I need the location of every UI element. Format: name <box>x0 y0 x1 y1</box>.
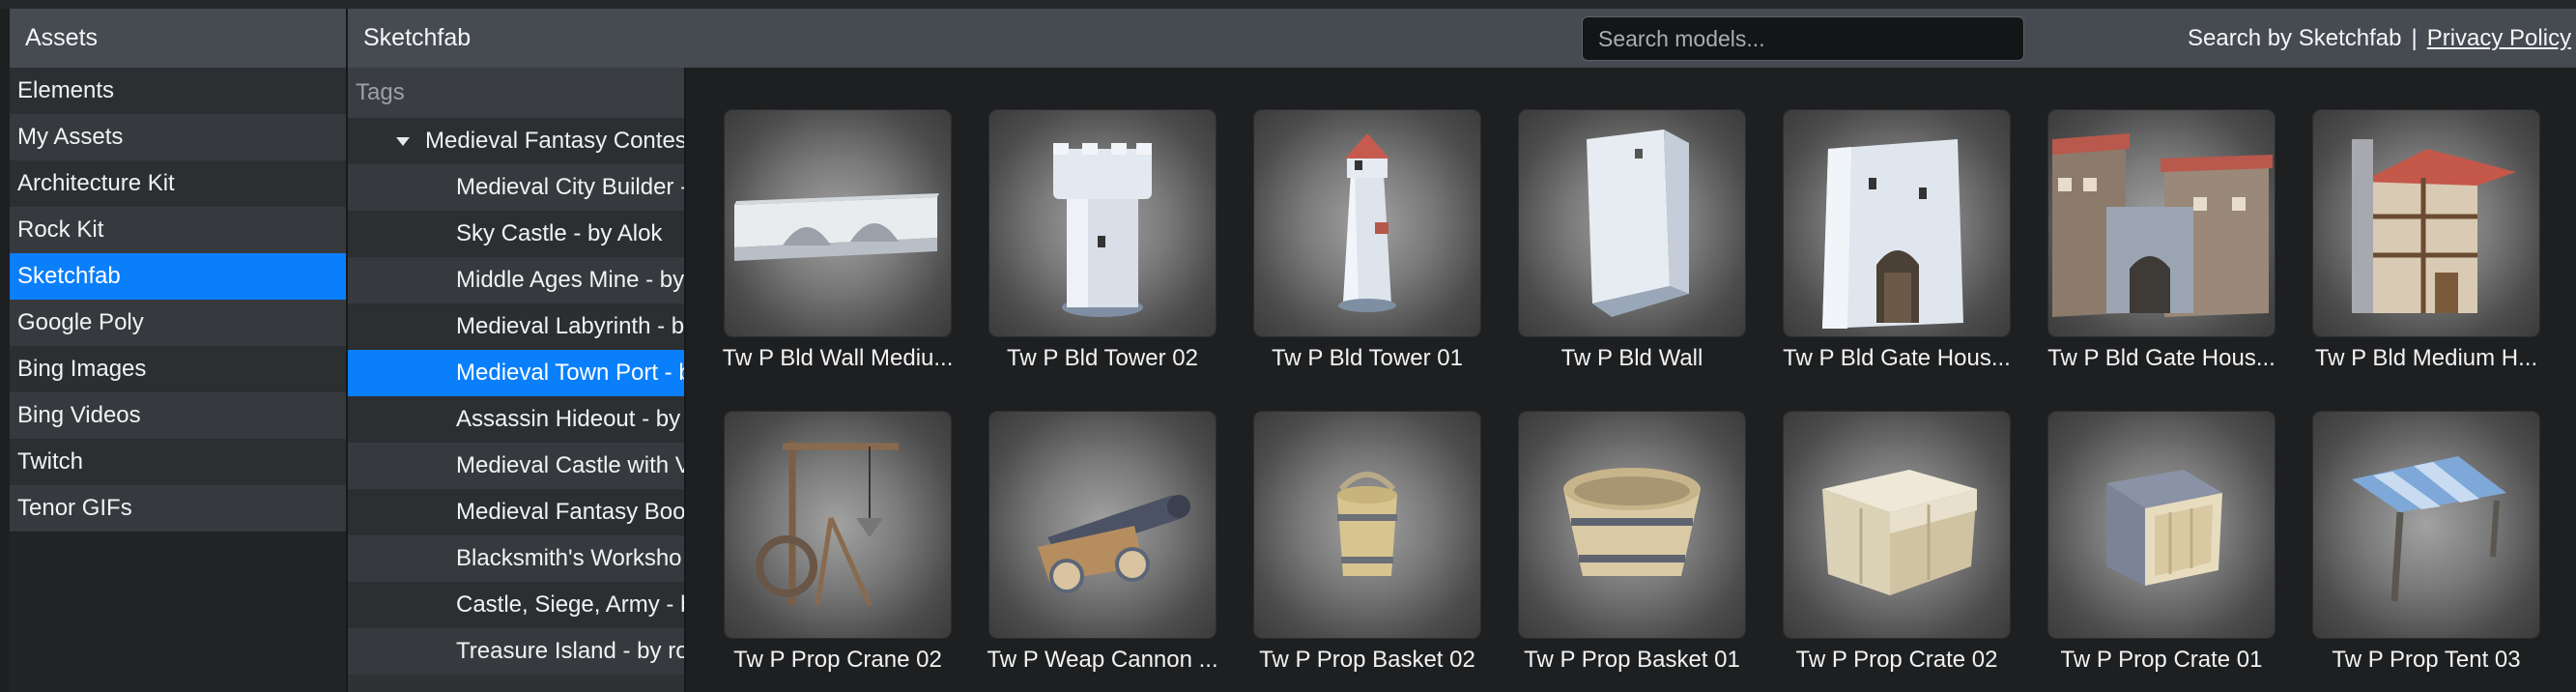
model-name: Tw P Weap Cannon ... <box>987 647 1218 673</box>
topbar-title: Sketchfab <box>363 24 472 51</box>
source-item-rock-kit[interactable]: Rock Kit <box>10 207 346 253</box>
source-item-google-poly[interactable]: Google Poly <box>10 300 346 346</box>
model-name: Tw P Prop Tent 03 <box>2332 647 2521 673</box>
model-name: Tw P Prop Crate 02 <box>1795 647 1998 673</box>
model-name: Tw P Prop Basket 02 <box>1259 647 1475 673</box>
tag-item[interactable]: Sky Castle - by Alok <box>348 211 684 257</box>
lighthouse-tower-model-icon[interactable] <box>1254 110 1480 336</box>
tag-item[interactable]: Castle, Siege, Army - by <box>348 582 684 628</box>
model-name: Tw P Prop Basket 01 <box>1524 647 1740 673</box>
model-grid: Tw P Bld Wall Mediu... Tw P Bld Tower 02 <box>686 68 2576 692</box>
wall-model-icon[interactable] <box>725 110 951 336</box>
tag-group-label: Medieval Fantasy Contest <box>425 128 684 154</box>
timber-house-model-icon[interactable] <box>2313 110 2539 336</box>
crane-model-icon[interactable] <box>725 412 951 638</box>
model-name: Tw P Bld Tower 01 <box>1272 345 1463 371</box>
timber-gatehouse-model-icon[interactable] <box>2048 110 2275 336</box>
sketchfab-topbar: Sketchfab Search by Sketchfab | Privacy Po… <box>348 9 2576 68</box>
tag-item-selected[interactable]: Medieval Town Port - by <box>348 350 684 396</box>
gatehouse-model-icon[interactable] <box>1784 110 2010 336</box>
model-name: Tw P Bld Gate Hous... <box>1783 345 2011 371</box>
tag-item[interactable]: Medieval City Builder - <box>348 164 684 211</box>
tent-model-icon[interactable] <box>2313 412 2539 638</box>
covered-crate-model-icon[interactable] <box>1784 412 2010 638</box>
assets-panel-title: Assets <box>10 9 346 68</box>
tub-model-icon[interactable] <box>1519 412 1745 638</box>
tag-item[interactable]: Medieval Labyrinth - by <box>348 303 684 350</box>
assets-source-list: Elements My Assets Architecture Kit Rock… <box>10 68 346 532</box>
source-item-sketchfab[interactable]: Sketchfab <box>10 253 346 300</box>
model-name: Tw P Bld Wall Mediu... <box>722 345 954 371</box>
tag-item[interactable]: Middle Ages Mine - by <box>348 257 684 303</box>
model-name: Tw P Bld Wall <box>1560 345 1703 371</box>
source-item-bing-images[interactable]: Bing Images <box>10 346 346 392</box>
tag-item[interactable]: Medieval Castle with V <box>348 443 684 489</box>
model-name: Tw P Bld Tower 02 <box>1007 345 1198 371</box>
model-name: Tw P Bld Medium H... <box>2314 345 2538 371</box>
window-top-strip <box>0 0 2576 9</box>
crate-model-icon[interactable] <box>2048 412 2275 638</box>
source-item-architecture-kit[interactable]: Architecture Kit <box>10 160 346 207</box>
source-item-my-assets[interactable]: My Assets <box>10 114 346 160</box>
model-name: Tw P Prop Crane 02 <box>733 647 942 673</box>
privacy-policy-link[interactable]: Privacy Policy <box>2427 25 2571 51</box>
separator: | <box>2411 25 2418 51</box>
search-by-label: Search by Sketchfab <box>2188 25 2402 51</box>
source-item-bing-videos[interactable]: Bing Videos <box>10 392 346 439</box>
bucket-model-icon[interactable] <box>1254 412 1480 638</box>
tags-panel: Tags Medieval Fantasy Contest Medieval C… <box>348 68 684 692</box>
tag-item[interactable]: Medieval Fantasy Bool <box>348 489 684 535</box>
source-item-elements[interactable]: Elements <box>10 68 346 114</box>
source-item-twitch[interactable]: Twitch <box>10 439 346 485</box>
search-models-input[interactable] <box>1582 16 2024 61</box>
tag-group-medieval-fantasy-contest[interactable]: Medieval Fantasy Contest <box>348 118 684 164</box>
model-name: Tw P Bld Gate Hous... <box>2047 345 2275 371</box>
powered-by-text: Search by Sketchfab | Privacy Policy <box>2188 9 2571 68</box>
tag-item[interactable]: Assassin Hideout - by r <box>348 396 684 443</box>
tag-item[interactable]: Treasure Island - by rog <box>348 628 684 675</box>
cannon-model-icon[interactable] <box>989 412 1216 638</box>
source-item-tenor-gifs[interactable]: Tenor GIFs <box>10 485 346 532</box>
model-name: Tw P Prop Crate 01 <box>2060 647 2263 673</box>
wall-tower-model-icon[interactable] <box>1519 110 1745 336</box>
tag-item[interactable]: Blacksmith's Worksho <box>348 535 684 582</box>
caret-down-icon[interactable] <box>396 137 410 146</box>
assets-panel-empty-area <box>10 533 346 692</box>
round-tower-model-icon[interactable] <box>989 110 1216 336</box>
tags-header: Tags <box>348 68 684 118</box>
